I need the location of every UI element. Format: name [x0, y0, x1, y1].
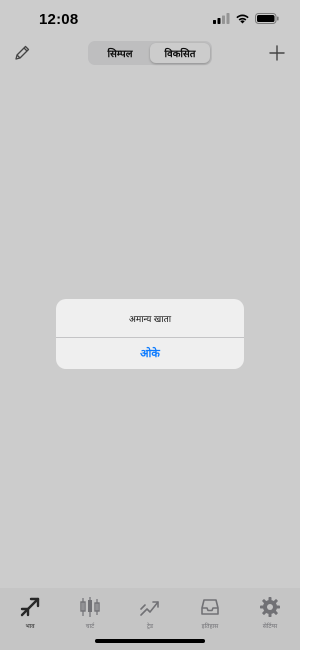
alert-ok-button[interactable]: ओके: [56, 338, 244, 369]
alert-message: अमान्य खाता: [128, 313, 172, 324]
app-screen: 12:08 सिम्पल विकसित भाव चार्ट ट्रेड इतिह…: [0, 0, 300, 650]
alert-dialog: अमान्य खाता ओके: [56, 299, 244, 369]
home-indicator: [95, 639, 205, 643]
